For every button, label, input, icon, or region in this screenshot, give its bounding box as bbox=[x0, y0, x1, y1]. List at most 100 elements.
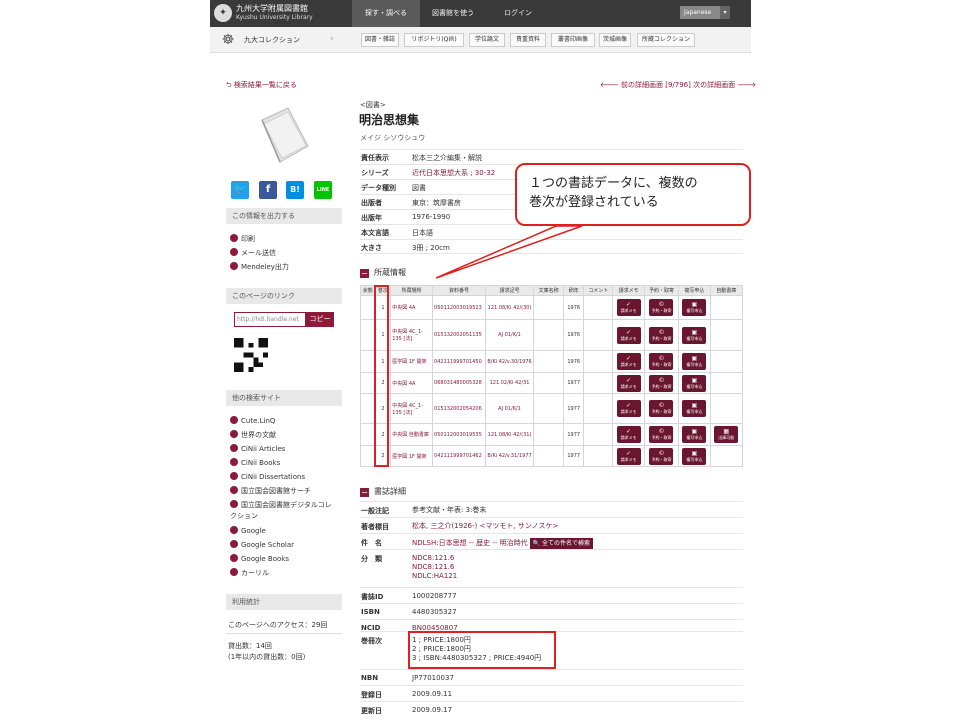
site-link-sekai[interactable]: 世界の文献 bbox=[230, 430, 276, 440]
classification-link[interactable]: NDLC:HA121 bbox=[412, 572, 457, 581]
site-link-google-books[interactable]: Google Books bbox=[230, 554, 289, 563]
subnav-books[interactable]: 図書・雑誌 bbox=[361, 33, 399, 47]
barcode-link[interactable]: 042111999701450 bbox=[432, 350, 486, 373]
auto-storage-button[interactable]: ▦ 出庫可能 bbox=[714, 426, 739, 443]
site-label-continued[interactable]: クション bbox=[230, 511, 258, 521]
call-number-link[interactable]: 121.08/Ki 42/(30) bbox=[484, 295, 535, 320]
request-memo-button[interactable]: ✓ 請求メモ bbox=[616, 353, 641, 370]
series-link[interactable]: 近代日本思想大系 ; 30-32 bbox=[412, 168, 495, 178]
email-label: メール送信 bbox=[241, 249, 276, 257]
copy-request-button[interactable]: ▣ 複写申込 bbox=[682, 299, 707, 316]
site-link-calil[interactable]: カーリル bbox=[230, 568, 269, 578]
subnav-ibaraki[interactable]: 茨城画像 bbox=[599, 33, 631, 47]
holdings-heading[interactable]: − 所蔵情報 bbox=[360, 267, 406, 278]
library-name[interactable]: 九州大学附属図書館 bbox=[236, 3, 308, 14]
location-link[interactable]: 医学図 1F 開架 bbox=[390, 350, 434, 373]
site-label: 世界の文献 bbox=[241, 431, 276, 439]
library-name-en[interactable]: Kyushu University Library bbox=[236, 14, 313, 21]
collection-title[interactable]: 九大コレクション bbox=[244, 35, 300, 45]
subnav-repository[interactable]: リポジトリ(QIR) bbox=[404, 33, 464, 47]
barcode-link[interactable]: 050112003019535 bbox=[432, 423, 486, 446]
print-link[interactable]: 印刷 bbox=[230, 234, 255, 244]
details-heading[interactable]: − 書誌詳細 bbox=[360, 486, 406, 497]
barcode-link[interactable]: 050112003019523 bbox=[432, 295, 486, 320]
barcode-link[interactable]: 042111999701462 bbox=[432, 445, 486, 467]
subnav-theses[interactable]: 学位論文 bbox=[469, 33, 505, 47]
request-memo-button[interactable]: ✓ 請求メモ bbox=[616, 326, 641, 344]
site-link-cinii-dissertations[interactable]: CiNii Dissertations bbox=[230, 472, 305, 481]
copy-request-button[interactable]: ▣ 複写申込 bbox=[682, 426, 707, 443]
subject-link[interactable]: NDLSH:日本思想 -- 歴史 -- 明治時代 bbox=[412, 539, 528, 547]
email-link[interactable]: メール送信 bbox=[230, 248, 276, 258]
library-logo-icon[interactable]: ✦ bbox=[214, 4, 232, 22]
col-header: 刷年 bbox=[563, 285, 585, 296]
site-link-cinii-articles[interactable]: CiNii Articles bbox=[230, 444, 285, 453]
reserve-button[interactable]: © 予約・取寄 bbox=[649, 299, 674, 316]
reserve-button[interactable]: © 予約・取寄 bbox=[649, 353, 674, 370]
barcode-link[interactable]: 068031480005328 bbox=[432, 372, 486, 394]
copy-request-button[interactable]: ▣ 複写申込 bbox=[682, 326, 707, 344]
site-link-google[interactable]: Google bbox=[230, 526, 266, 535]
mendeley-link[interactable]: Mendeley出力 bbox=[230, 262, 289, 272]
back-to-results-link[interactable]: ⮌ 検索結果一覧に戻る bbox=[226, 80, 297, 92]
barcode-link[interactable]: 015132002051135 bbox=[432, 319, 486, 351]
site-link-ndl-search[interactable]: 国立国会図書館サーチ bbox=[230, 486, 311, 496]
detail-pager[interactable]: 🡐 前の詳細画面 [9/796] 次の詳細画面 🡒 bbox=[600, 80, 756, 90]
copy-request-button[interactable]: ▣ 複写申込 bbox=[682, 447, 707, 465]
search-icon bbox=[230, 486, 238, 494]
line-icon[interactable]: LINE bbox=[314, 181, 332, 199]
request-memo-button[interactable]: ✓ 請求メモ bbox=[616, 447, 641, 465]
facebook-icon[interactable]: f bbox=[259, 181, 277, 199]
reserve-button[interactable]: © 予約・取寄 bbox=[649, 426, 674, 443]
comment-cell bbox=[583, 372, 614, 394]
site-link-google-scholar[interactable]: Google Scholar bbox=[230, 540, 294, 549]
hatena-bookmark-icon[interactable]: B! bbox=[286, 181, 304, 199]
location-link[interactable]: 中央図 4A bbox=[390, 372, 434, 394]
reserve-button[interactable]: © 予約・取寄 bbox=[649, 374, 674, 392]
barcode-link[interactable]: 015132002054206 bbox=[432, 393, 486, 424]
location-link[interactable]: 中央図 4C_1-135 [法] bbox=[390, 319, 434, 351]
copy-request-button[interactable]: ▣ 複写申込 bbox=[682, 374, 707, 392]
subnav-rare[interactable]: 貴重資料 bbox=[510, 33, 546, 47]
site-link-cinii-books[interactable]: CiNii Books bbox=[230, 458, 280, 467]
location-link[interactable]: 中央図 4C_1-135 [法] bbox=[390, 393, 434, 424]
twitter-icon[interactable]: 🐦 bbox=[231, 181, 249, 199]
call-number-link[interactable]: 121.02/Ki 42/31 bbox=[484, 372, 535, 394]
request-memo-button[interactable]: ✓ 請求メモ bbox=[616, 299, 641, 316]
call-number-link[interactable]: AJ 01/K/1 bbox=[484, 393, 535, 424]
reserve-button[interactable]: © 予約・取寄 bbox=[649, 400, 674, 417]
request-memo-button[interactable]: ✓ 請求メモ bbox=[616, 374, 641, 392]
author-link[interactable]: 松本, 三之介(1926-) <マツモト, サンノスケ> bbox=[412, 522, 558, 531]
subnav-collections[interactable]: 所蔵コレクション bbox=[637, 33, 695, 47]
nav-login[interactable]: ログイン bbox=[486, 0, 550, 27]
copy-request-button[interactable]: ▣ 複写申込 bbox=[682, 400, 707, 417]
classification-link[interactable]: NDC8:121.6 bbox=[412, 554, 457, 563]
classification-link[interactable]: NDC8:121.6 bbox=[412, 563, 457, 572]
subnav-print-images[interactable]: 叢書印画像 bbox=[551, 33, 595, 47]
collection-name-cell bbox=[533, 372, 565, 394]
site-link-ndl-digital[interactable]: 国立国会図書館デジタルコレ bbox=[230, 500, 332, 510]
nav-search[interactable]: 探す・調べる bbox=[352, 0, 420, 27]
call-number-link[interactable]: B/Ki 42/v.31/1977 bbox=[484, 445, 535, 467]
reserve-button[interactable]: © 予約・取寄 bbox=[649, 326, 674, 344]
location-link[interactable]: 中央図 4A bbox=[390, 295, 434, 320]
copy-request-button-label: 複写申込 bbox=[686, 308, 703, 313]
call-number-link[interactable]: 121.08/Ki 42/(31) bbox=[484, 423, 535, 446]
reserve-button[interactable]: © 予約・取寄 bbox=[649, 447, 674, 465]
copy-button[interactable]: コピー bbox=[306, 312, 334, 327]
detail-row: 著者標目 松本, 三之介(1926-) <マツモト, サンノスケ> bbox=[360, 517, 743, 533]
call-number-link[interactable]: B/Ki 42/v.30/1976 bbox=[484, 350, 535, 373]
search-all-subjects-button[interactable]: 🔍 全ての件名で検索 bbox=[529, 538, 594, 549]
qr-code-icon bbox=[234, 338, 268, 372]
request-memo-button[interactable]: ✓ 請求メモ bbox=[616, 400, 641, 417]
site-link-cutelinq[interactable]: Cute.LinQ bbox=[230, 416, 275, 425]
location-link[interactable]: 医学図 1F 開架 bbox=[390, 445, 434, 467]
request-memo-button[interactable]: ✓ 請求メモ bbox=[616, 426, 641, 443]
nav-use-library[interactable]: 図書館を使う bbox=[420, 0, 486, 27]
location-link[interactable]: 中央図 自動書庫 bbox=[390, 423, 434, 446]
permalink-field[interactable]: http://hdl.handle.net bbox=[234, 312, 306, 327]
language-select[interactable]: Japanese ▾ bbox=[680, 6, 730, 19]
copy-request-button[interactable]: ▣ 複写申込 bbox=[682, 353, 707, 370]
reserve-button-label: 予約・取寄 bbox=[651, 383, 672, 389]
call-number-link[interactable]: AJ 01/K/1 bbox=[484, 319, 535, 351]
